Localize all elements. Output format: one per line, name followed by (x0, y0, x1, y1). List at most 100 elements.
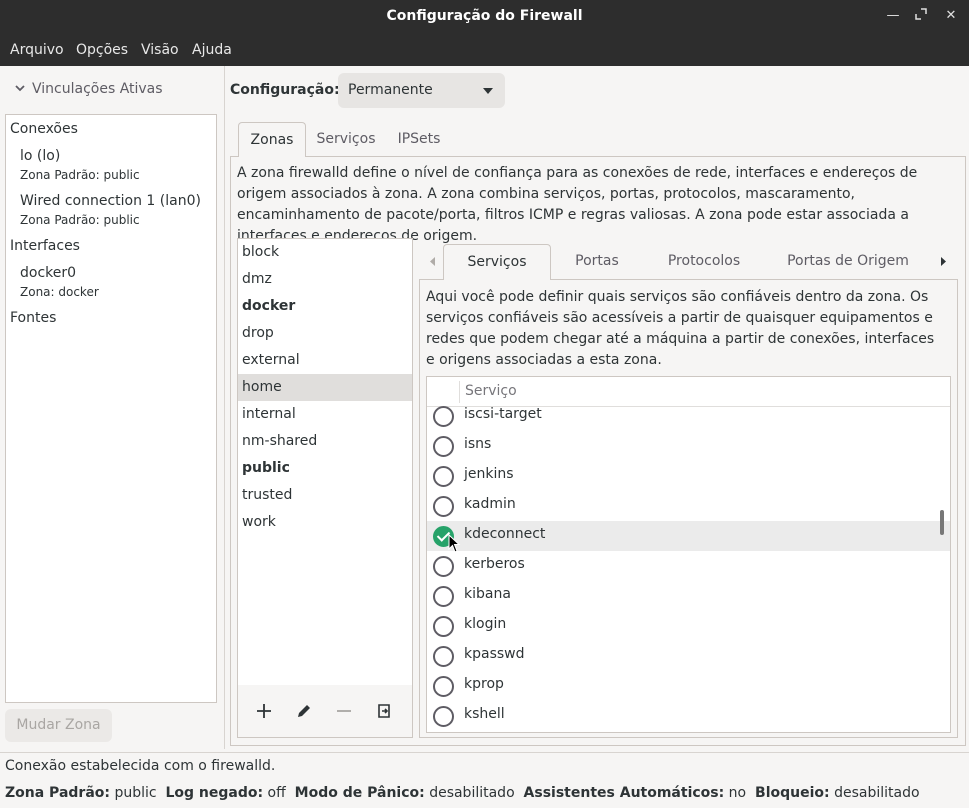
tab-scroll-left-icon[interactable] (421, 244, 445, 279)
services-scrollbar[interactable] (940, 510, 944, 535)
log-denied-value: off (267, 785, 286, 801)
default-zone-label: Zona Padrão: (5, 785, 110, 801)
services-description: Aqui você pode definir quais serviços sã… (426, 289, 935, 368)
tab-scroll-right-icon[interactable] (933, 244, 957, 279)
tab-ipsets[interactable]: IPSets (390, 122, 448, 156)
zone-toolbar (237, 685, 413, 738)
connection-status: Conexão estabelecida com o firewalld. (5, 758, 276, 774)
connection-lo[interactable]: lo (lo) (20, 148, 60, 164)
title-bar: Configuração do Firewall — ✕ (0, 0, 969, 34)
service-checkbox[interactable] (433, 706, 454, 727)
tab-servicos[interactable]: Serviços (310, 122, 382, 156)
service-checkbox[interactable] (433, 676, 454, 697)
service-name: jenkins (464, 466, 514, 482)
configuration-select[interactable]: Permanente (338, 73, 505, 108)
connection-lan0-zone: Zona Padrão: public (20, 213, 140, 227)
zone-internal[interactable]: internal (238, 401, 412, 428)
tab-zone-servicos[interactable]: Serviços (443, 244, 551, 280)
zone-nm-shared[interactable]: nm-shared (238, 428, 412, 455)
table-row[interactable]: klogin (427, 611, 950, 641)
menu-visao[interactable]: Visão (141, 42, 179, 58)
zone-block[interactable]: block (238, 239, 412, 266)
table-row[interactable]: kadmin (427, 491, 950, 521)
service-checkbox[interactable] (433, 406, 454, 427)
service-name: kpasswd (464, 646, 525, 662)
table-row[interactable]: kprop (427, 671, 950, 701)
interfaces-heading[interactable]: Interfaces (10, 238, 80, 254)
table-row[interactable]: kpasswd (427, 641, 950, 671)
active-bindings-label: Vinculações Ativas (32, 81, 163, 97)
sources-heading[interactable]: Fontes (10, 310, 56, 326)
column-header-service[interactable]: Serviço (465, 383, 517, 399)
menu-ajuda[interactable]: Ajuda (192, 42, 232, 58)
zone-trusted[interactable]: trusted (238, 482, 412, 509)
default-zone-value: public (114, 785, 157, 801)
menu-arquivo[interactable]: Arquivo (10, 42, 64, 58)
connections-heading[interactable]: Conexões (10, 121, 78, 137)
service-name: iscsi-target (464, 406, 542, 422)
service-name: kprop (464, 676, 504, 692)
tab-zone-protocolos[interactable]: Protocolos (656, 244, 752, 279)
table-row[interactable]: isns (427, 431, 950, 461)
service-checkbox[interactable] (433, 496, 454, 517)
service-checkbox[interactable] (433, 646, 454, 667)
panic-mode-value: desabilitado (429, 785, 515, 801)
change-zone-button[interactable]: Mudar Zona (5, 709, 112, 742)
remove-icon[interactable] (332, 699, 356, 723)
service-checkbox[interactable] (433, 556, 454, 577)
table-row[interactable]: kshell (427, 701, 950, 731)
tab-zone-portas[interactable]: Portas (556, 244, 638, 279)
zones-description: A zona firewalld define o nível de confi… (237, 165, 918, 244)
table-row[interactable]: kdeconnect (427, 521, 950, 553)
service-name: klogin (464, 616, 507, 632)
maximize-icon[interactable] (913, 8, 929, 24)
column-divider (459, 381, 460, 403)
service-name: isns (464, 436, 492, 452)
services-table: Serviço iscsi-target isns jenkins kadmin… (426, 376, 951, 733)
lockdown-label: Bloqueio: (755, 785, 830, 801)
close-icon[interactable]: ✕ (943, 8, 959, 24)
table-row[interactable]: kibana (427, 581, 950, 611)
table-row[interactable]: kerberos (427, 551, 950, 581)
active-bindings-toggle[interactable]: Vinculações Ativas (14, 81, 163, 97)
load-defaults-icon[interactable] (372, 699, 396, 723)
tab-zone-portas-de-origem[interactable]: Portas de Origem (778, 244, 918, 279)
window-title: Configuração do Firewall (386, 8, 583, 24)
minimize-icon[interactable]: — (885, 8, 901, 24)
connection-lan0[interactable]: Wired connection 1 (lan0) (20, 193, 201, 209)
menu-bar: Arquivo Opções Visão Ajuda (0, 34, 969, 66)
service-checkbox[interactable] (433, 466, 454, 487)
zone-list: block dmz docker drop external home inte… (237, 238, 413, 686)
interface-docker0[interactable]: docker0 (20, 265, 76, 281)
interface-docker0-zone: Zona: docker (20, 285, 99, 299)
service-checkbox[interactable] (433, 586, 454, 607)
firewall-status-line: Zona Padrão: public Log negado: off Modo… (5, 785, 920, 801)
zone-drop[interactable]: drop (238, 320, 412, 347)
table-row[interactable]: iscsi-target (427, 401, 950, 431)
zone-public[interactable]: public (238, 455, 412, 482)
connection-lo-zone: Zona Padrão: public (20, 168, 140, 182)
automatic-helpers-value: no (728, 785, 747, 801)
service-name: kerberos (464, 556, 525, 572)
bindings-list: Conexões lo (lo) Zona Padrão: public Wir… (5, 114, 217, 703)
automatic-helpers-label: Assistentes Automáticos: (523, 785, 725, 801)
status-bar: Conexão estabelecida com o firewalld. Zo… (0, 752, 969, 808)
menu-opcoes[interactable]: Opções (76, 42, 128, 58)
active-bindings-panel: Vinculações Ativas Conexões lo (lo) Zona… (0, 66, 225, 749)
zone-work[interactable]: work (238, 509, 412, 536)
service-checkbox[interactable] (433, 616, 454, 637)
edit-icon[interactable] (292, 699, 316, 723)
configuration-label: Configuração: (230, 82, 340, 98)
chevron-down-icon (15, 85, 25, 92)
service-name: kibana (464, 586, 511, 602)
add-icon[interactable] (252, 699, 276, 723)
dropdown-arrow-icon (483, 88, 493, 94)
tab-zonas[interactable]: Zonas (238, 122, 306, 157)
zone-docker[interactable]: docker (238, 293, 412, 320)
table-row[interactable]: jenkins (427, 461, 950, 491)
panic-mode-label: Modo de Pânico: (294, 785, 425, 801)
service-checkbox[interactable] (433, 436, 454, 457)
zone-dmz[interactable]: dmz (238, 266, 412, 293)
zone-external[interactable]: external (238, 347, 412, 374)
zone-home[interactable]: home (238, 374, 412, 401)
